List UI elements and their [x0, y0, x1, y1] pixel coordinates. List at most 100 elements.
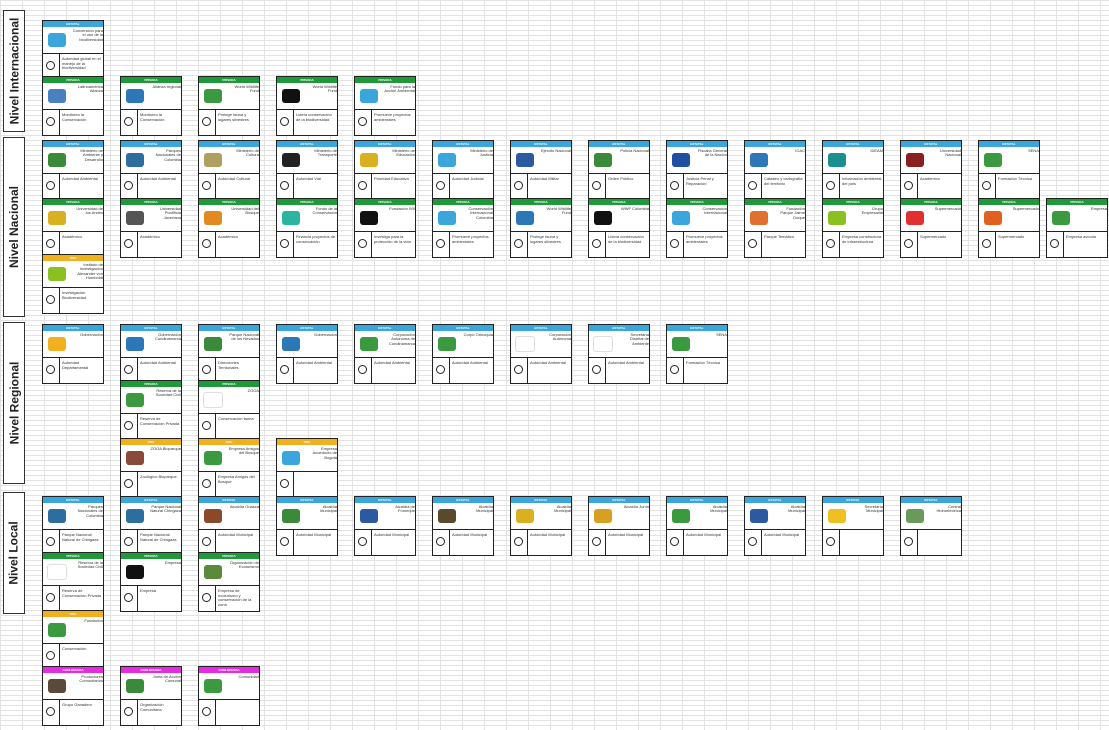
actor-name: Parques Nacionales de Colombia	[155, 149, 181, 162]
actor-name: Empresa	[1090, 207, 1107, 211]
actor-radio-button[interactable]	[124, 421, 133, 430]
actor-type-header: ONG	[43, 611, 103, 617]
actor-radio-button[interactable]	[46, 181, 55, 190]
water-logo-icon	[282, 451, 300, 465]
actor-radio-button[interactable]	[982, 181, 991, 190]
actor-radio-button[interactable]	[124, 537, 133, 546]
actor-radio-button[interactable]	[358, 537, 367, 546]
card-divider	[917, 231, 918, 258]
actor-radio-button[interactable]	[124, 593, 133, 602]
actor-role: Autoridad Municipal	[452, 533, 488, 537]
actor-radio-button[interactable]	[592, 365, 601, 374]
actor-radio-button[interactable]	[46, 537, 55, 546]
actor-radio-button[interactable]	[514, 239, 523, 248]
card-divider	[43, 357, 103, 358]
actor-radio-button[interactable]	[982, 239, 991, 248]
actor-name: Reserva de la Sociedad Civil	[155, 389, 181, 398]
actor-radio-button[interactable]	[748, 537, 757, 546]
actor-radio-button[interactable]	[904, 181, 913, 190]
actor-radio-button[interactable]	[46, 707, 55, 716]
actor-radio-button[interactable]	[436, 181, 445, 190]
card-divider	[121, 173, 181, 174]
actor-radio-button[interactable]	[358, 365, 367, 374]
actor-radio-button[interactable]	[46, 61, 55, 70]
actor-name: Grupo Empresarial	[861, 207, 883, 216]
actor-radio-button[interactable]	[202, 117, 211, 126]
actor-radio-button[interactable]	[46, 117, 55, 126]
logo-area	[512, 149, 538, 171]
actor-radio-button[interactable]	[124, 181, 133, 190]
actor-radio-button[interactable]	[124, 479, 133, 488]
card-divider	[917, 529, 918, 556]
logo-area	[356, 333, 382, 355]
logo-area	[980, 149, 1006, 171]
actor-radio-button[interactable]	[202, 707, 211, 716]
actor-radio-button[interactable]	[202, 537, 211, 546]
actor-radio-button[interactable]	[280, 479, 289, 488]
actor-radio-button[interactable]	[436, 239, 445, 248]
card-divider	[137, 471, 138, 498]
actor-radio-button[interactable]	[436, 537, 445, 546]
card-divider	[355, 109, 415, 110]
actor-radio-button[interactable]	[748, 181, 757, 190]
pin-logo-icon	[360, 89, 378, 103]
actor-name: Latinoamérica Alianza	[77, 85, 103, 94]
actor-radio-button[interactable]	[514, 181, 523, 190]
actor-role: Direcciones Territoriales	[218, 361, 239, 370]
actor-card: PRIVADA Supermercado Supermercado	[978, 198, 1040, 258]
actor-radio-button[interactable]	[670, 537, 679, 546]
actor-radio-button[interactable]	[124, 239, 133, 248]
actor-radio-button[interactable]	[514, 365, 523, 374]
actor-radio-button[interactable]	[46, 651, 55, 660]
actor-radio-button[interactable]	[280, 537, 289, 546]
actor-name: Empresa Acueducto de Bogotá	[312, 447, 337, 460]
actor-card: ESTATAL IDEAM Información ambiental del pa…	[822, 140, 884, 200]
actor-radio-button[interactable]	[1050, 239, 1059, 248]
market-logo-icon	[984, 211, 1002, 225]
actor-radio-button[interactable]	[46, 365, 55, 374]
actor-radio-button[interactable]	[46, 295, 55, 304]
actor-radio-button[interactable]	[358, 181, 367, 190]
actor-radio-button[interactable]	[202, 479, 211, 488]
actor-radio-button[interactable]	[280, 117, 289, 126]
actor-radio-button[interactable]	[124, 707, 133, 716]
actor-radio-button[interactable]	[280, 181, 289, 190]
actor-radio-button[interactable]	[826, 181, 835, 190]
actor-radio-button[interactable]	[592, 537, 601, 546]
actor-type-header: ESTATAL	[511, 325, 571, 331]
actor-radio-button[interactable]	[358, 239, 367, 248]
actor-radio-button[interactable]	[514, 537, 523, 546]
actor-radio-button[interactable]	[46, 593, 55, 602]
logo-area	[44, 207, 70, 229]
actor-radio-button[interactable]	[592, 239, 601, 248]
actor-radio-button[interactable]	[202, 239, 211, 248]
actor-name: IGAC	[795, 149, 805, 153]
actor-radio-button[interactable]	[826, 239, 835, 248]
actor-radio-button[interactable]	[202, 365, 211, 374]
actor-radio-button[interactable]	[280, 239, 289, 248]
actor-radio-button[interactable]	[904, 537, 913, 546]
actor-radio-button[interactable]	[124, 365, 133, 374]
actor-radio-button[interactable]	[748, 239, 757, 248]
actor-radio-button[interactable]	[592, 181, 601, 190]
actor-card: ESTATAL Universidad Nacional Académico	[900, 140, 962, 200]
actor-name: Alcaldía Municipal	[476, 505, 493, 514]
actor-radio-button[interactable]	[202, 181, 211, 190]
crest-logo-icon	[516, 509, 534, 523]
actor-type-header: PRIVADA	[277, 199, 337, 205]
actor-type-header: ONG	[277, 439, 337, 445]
actor-radio-button[interactable]	[124, 117, 133, 126]
actor-radio-button[interactable]	[436, 365, 445, 374]
actor-radio-button[interactable]	[670, 365, 679, 374]
actor-radio-button[interactable]	[280, 365, 289, 374]
actor-radio-button[interactable]	[904, 239, 913, 248]
actor-radio-button[interactable]	[202, 421, 211, 430]
actor-role: Supermercado	[920, 235, 947, 239]
actor-radio-button[interactable]	[670, 239, 679, 248]
actor-radio-button[interactable]	[826, 537, 835, 546]
actor-radio-button[interactable]	[202, 593, 211, 602]
card-divider	[995, 173, 996, 200]
actor-radio-button[interactable]	[46, 239, 55, 248]
actor-radio-button[interactable]	[358, 117, 367, 126]
actor-radio-button[interactable]	[670, 181, 679, 190]
